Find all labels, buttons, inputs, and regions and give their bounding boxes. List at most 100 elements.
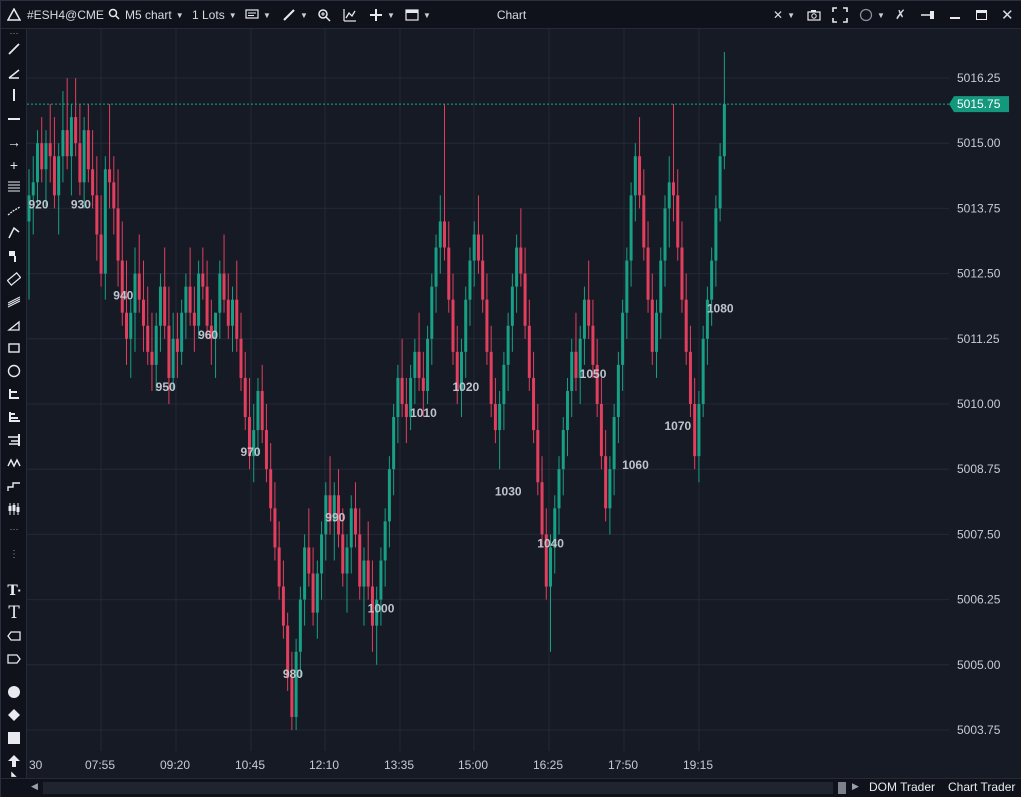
text-lock-tool-icon[interactable]: T ▪ bbox=[4, 581, 24, 601]
chevron-down-icon[interactable]: ◣ bbox=[4, 771, 24, 778]
candle-body bbox=[44, 143, 48, 170]
candle-body bbox=[74, 117, 78, 144]
triangle-tool-icon[interactable] bbox=[4, 315, 24, 335]
candle-body bbox=[434, 247, 438, 287]
candle-body bbox=[718, 156, 722, 209]
gann-tool-icon[interactable] bbox=[4, 246, 24, 266]
chart-area[interactable]: 5016.25 5015.00 5013.75 5012.50 5011.25 5010.… bbox=[27, 29, 1021, 778]
ruler-tool-icon[interactable] bbox=[4, 269, 24, 289]
label-tool-icon[interactable] bbox=[4, 626, 24, 646]
minimize-button[interactable] bbox=[950, 1, 960, 29]
angle-line-tool-icon[interactable] bbox=[4, 63, 24, 83]
candle-body bbox=[451, 299, 455, 352]
fullscreen-button[interactable] bbox=[832, 1, 848, 29]
screenshot-button[interactable] bbox=[807, 1, 821, 29]
grip-vertical-icon: ⋮ bbox=[9, 549, 19, 560]
price-tag-tool-icon[interactable] bbox=[4, 649, 24, 669]
circle-marker-icon[interactable] bbox=[4, 682, 24, 702]
price-tick-label: 5013.75 bbox=[957, 201, 1001, 215]
candle-body bbox=[527, 325, 531, 378]
bar-number-label: 990 bbox=[325, 510, 345, 524]
price-levels-tool-icon[interactable] bbox=[4, 430, 24, 450]
indicators-button[interactable] bbox=[343, 1, 357, 29]
scrollbar-thumb[interactable] bbox=[838, 782, 846, 794]
link-dropdown[interactable]: ▼ bbox=[859, 1, 885, 29]
text-tool-icon[interactable]: T bbox=[4, 603, 24, 623]
candle-body bbox=[591, 325, 595, 365]
bar-number-label: 1060 bbox=[622, 458, 649, 472]
candle-body bbox=[557, 469, 561, 509]
candle-body bbox=[260, 390, 264, 431]
candle-body bbox=[315, 573, 319, 613]
chart-type-dropdown[interactable]: M5 chart ▼ bbox=[125, 1, 184, 29]
candle-body bbox=[133, 273, 137, 313]
bar-pattern-tool-icon[interactable] bbox=[4, 384, 24, 404]
candle-body bbox=[146, 325, 150, 352]
candle-body bbox=[447, 247, 451, 300]
zoom-button[interactable] bbox=[317, 1, 331, 29]
search-icon[interactable] bbox=[108, 8, 120, 23]
candle-body bbox=[218, 273, 222, 313]
candle-body bbox=[710, 260, 714, 300]
bar-number-label: 960 bbox=[198, 328, 218, 342]
app-logo-icon[interactable] bbox=[7, 1, 21, 29]
candle-body bbox=[243, 377, 247, 418]
tab-dom-trader[interactable]: DOM Trader bbox=[869, 780, 935, 794]
plus-icon bbox=[370, 9, 382, 21]
rectangle-tool-icon[interactable] bbox=[4, 338, 24, 358]
pitchfork-tool-icon[interactable] bbox=[4, 223, 24, 243]
close-button[interactable]: ✕ bbox=[1001, 1, 1014, 29]
bar-number-label: 980 bbox=[283, 667, 303, 681]
ellipse-tool-icon[interactable] bbox=[4, 361, 24, 381]
candlestick-chart[interactable]: 5016.25 5015.00 5013.75 5012.50 5011.25 5010.… bbox=[27, 29, 1021, 778]
candle-body bbox=[320, 534, 324, 574]
parallel-lines-tool-icon[interactable] bbox=[4, 292, 24, 312]
step-line-tool-icon[interactable] bbox=[4, 476, 24, 496]
candle-body bbox=[175, 338, 179, 352]
diamond-marker-icon[interactable] bbox=[4, 705, 24, 725]
candle-body bbox=[141, 299, 145, 326]
scroll-left-icon[interactable]: ◀ bbox=[31, 781, 38, 792]
crosshair-tool-icon[interactable]: + bbox=[4, 155, 24, 175]
wave-tool-icon[interactable] bbox=[4, 453, 24, 473]
camera-icon bbox=[807, 10, 821, 21]
candle-body bbox=[154, 325, 158, 365]
fibonacci-tool-icon[interactable] bbox=[4, 177, 24, 197]
square-marker-icon[interactable] bbox=[4, 728, 24, 748]
scroll-right-icon[interactable]: ▶ bbox=[852, 781, 859, 792]
chevron-down-icon: ▼ bbox=[228, 10, 237, 20]
candle-body bbox=[468, 260, 472, 300]
candle-body bbox=[587, 299, 591, 326]
horizontal-scrollbar[interactable] bbox=[43, 782, 833, 794]
bar-number-label: 1080 bbox=[707, 302, 734, 316]
maximize-button[interactable] bbox=[976, 1, 987, 29]
arrow-tool-icon[interactable]: → bbox=[4, 132, 24, 152]
tools-button[interactable]: ✗ bbox=[895, 1, 906, 29]
vertical-line-tool-icon[interactable] bbox=[4, 85, 24, 105]
close-icon: ✕ bbox=[1001, 7, 1014, 24]
chart-settings-dropdown[interactable]: ▼ bbox=[245, 1, 271, 29]
lots-dropdown[interactable]: 1 Lots ▼ bbox=[192, 1, 237, 29]
tab-chart-trader[interactable]: Chart Trader bbox=[948, 780, 1015, 794]
symbol-selector[interactable]: #ESH4@CME bbox=[27, 1, 120, 29]
volume-profile-tool-icon[interactable] bbox=[4, 407, 24, 427]
line-tool-icon[interactable] bbox=[4, 39, 24, 59]
candle-body bbox=[294, 651, 298, 717]
arrow-up-marker-icon[interactable] bbox=[4, 751, 24, 771]
trend-channel-tool-icon[interactable] bbox=[4, 200, 24, 220]
add-dropdown[interactable]: ▼ bbox=[369, 1, 395, 29]
crosshair-dropdown[interactable]: ✕ ▼ bbox=[773, 1, 795, 29]
candle-body bbox=[366, 560, 370, 587]
candle-body bbox=[625, 260, 629, 313]
time-tick-label: 15:00 bbox=[458, 758, 488, 772]
candles-tool-icon[interactable] bbox=[4, 499, 24, 519]
candle-body bbox=[103, 169, 107, 274]
price-tick-label: 5015.00 bbox=[957, 136, 1001, 150]
pin-button[interactable] bbox=[920, 1, 936, 29]
chevron-down-icon: ▼ bbox=[387, 10, 395, 20]
candle-body bbox=[489, 351, 493, 404]
drawing-dropdown[interactable]: ▼ bbox=[282, 1, 308, 29]
minimize-icon bbox=[950, 17, 960, 19]
layout-dropdown[interactable]: ▼ bbox=[405, 1, 431, 29]
horizontal-line-tool-icon[interactable] bbox=[4, 109, 24, 129]
